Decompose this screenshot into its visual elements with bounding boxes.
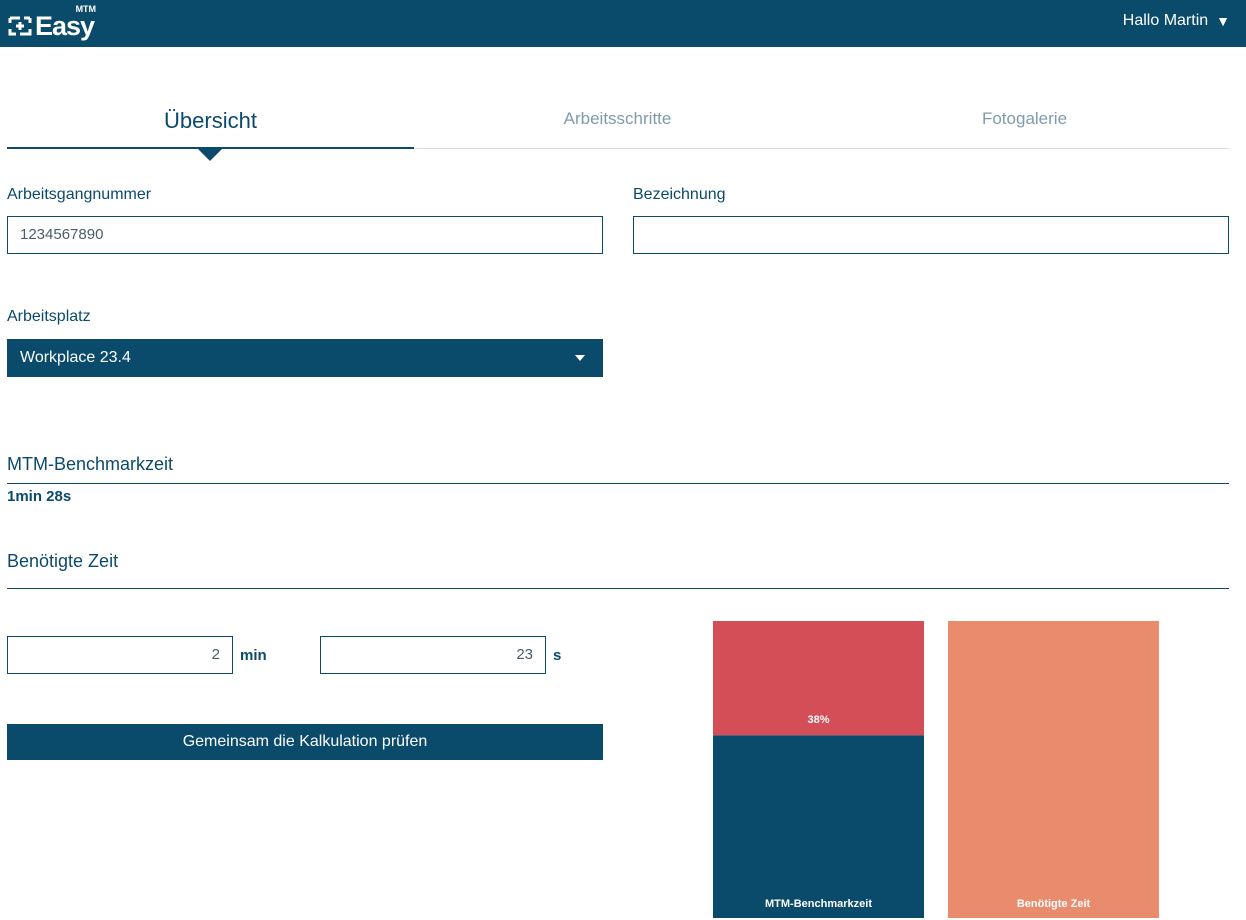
- caret-down-icon: ▼: [1216, 13, 1230, 29]
- bar-segment-1-1: [713, 735, 924, 918]
- bezeichnung-label: Bezeichnung: [633, 186, 726, 203]
- bezeichnung-field[interactable]: [633, 216, 1229, 254]
- bar-data-label: 38%: [807, 714, 829, 726]
- bar-segment-2-3: [948, 621, 1159, 918]
- benchmark-divider: [7, 483, 1229, 484]
- arbeitsplatz-select[interactable]: Workplace 23.4: [7, 339, 603, 377]
- benchmark-title: MTM-Benchmarkzeit: [7, 454, 174, 474]
- minutes-input[interactable]: 2: [7, 636, 233, 674]
- bar-category-label: Benötigte Zeit: [1017, 898, 1091, 910]
- needed-time-title: Benötigte Zeit: [7, 551, 119, 571]
- arbeitsgangnummer-label: Arbeitsgangnummer: [7, 186, 152, 203]
- logo[interactable]: Easy MTM: [7, 4, 97, 41]
- bar-segment-1-2: [713, 621, 924, 736]
- needed-time-divider: [7, 588, 1229, 589]
- bar-category-label: MTM-Benchmarkzeit: [765, 898, 872, 910]
- tab-arbeitsschritte[interactable]: Arbeitsschritte: [414, 95, 821, 149]
- tab-bar: Übersicht Arbeitsschritte Fotogalerie: [7, 95, 1229, 161]
- arbeitsplatz-value: Workplace 23.4: [20, 349, 131, 366]
- seconds-unit: s: [553, 647, 562, 664]
- arbeitsplatz-label: Arbeitsplatz: [7, 308, 91, 325]
- check-calculation-button[interactable]: Gemeinsam die Kalkulation prüfen: [7, 724, 603, 760]
- logo-word: Easy MTM: [35, 4, 97, 41]
- logo-mark-icon: [8, 16, 32, 36]
- tab-fotogalerie[interactable]: Fotogalerie: [821, 95, 1228, 149]
- arbeitsgangnummer-field[interactable]: 1234567890: [7, 216, 603, 254]
- user-menu[interactable]: Hallo Martin ▼: [1123, 12, 1230, 30]
- seconds-input[interactable]: 23: [320, 636, 546, 674]
- benchmark-value: 1min 28s: [7, 488, 72, 505]
- minutes-unit: min: [240, 647, 267, 664]
- tab-uebersicht[interactable]: Übersicht: [7, 95, 414, 149]
- user-greeting: Hallo Martin: [1122, 12, 1209, 29]
- top-bar: Easy MTM Hallo Martin ▼: [0, 0, 1246, 47]
- chevron-down-icon: [575, 355, 585, 361]
- active-tab-pointer: [197, 148, 223, 161]
- logo-small-text: MTM: [75, 4, 97, 14]
